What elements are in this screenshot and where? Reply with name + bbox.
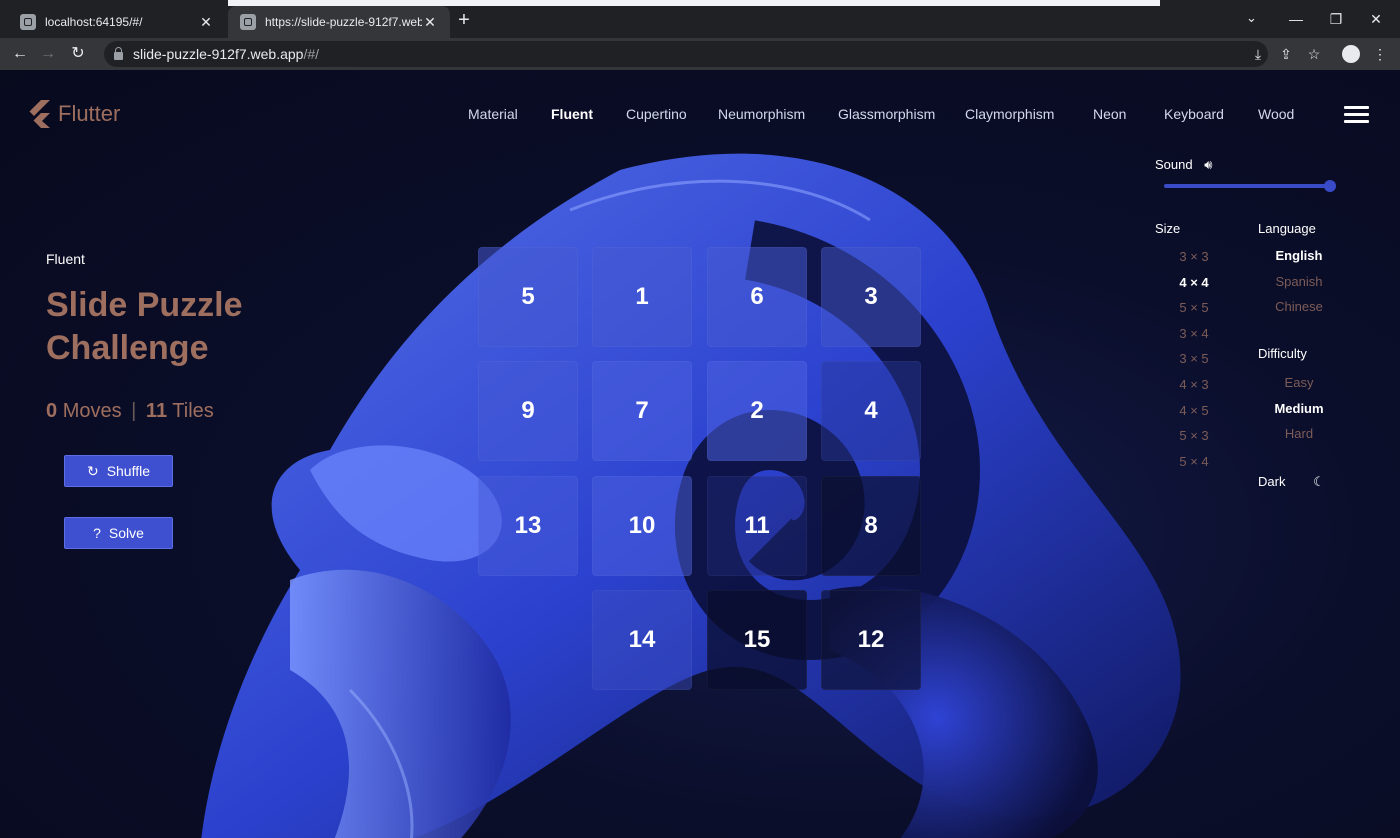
tiles-label: Tiles — [172, 400, 214, 422]
nav-claymorphism[interactable]: Claymorphism — [965, 106, 1054, 122]
nav-wood[interactable]: Wood — [1258, 106, 1294, 122]
language-option[interactable]: Spanish — [1258, 274, 1340, 289]
difficulty-option[interactable]: Easy — [1258, 375, 1340, 390]
language-option[interactable]: English — [1258, 248, 1340, 263]
lock-icon — [114, 46, 123, 60]
puzzle-tile[interactable]: 15 — [707, 590, 807, 690]
refresh-icon: ↻ — [86, 462, 99, 479]
restore-icon[interactable]: ❐ — [1324, 8, 1348, 30]
page-favicon-icon — [240, 14, 256, 30]
volume-slider[interactable] — [1164, 184, 1330, 188]
puzzle-tile[interactable]: 11 — [707, 476, 807, 576]
url-path: /#/ — [303, 46, 320, 62]
page-title: Slide Puzzle Challenge — [46, 284, 346, 370]
size-option[interactable]: 5 × 3 — [1164, 428, 1224, 443]
close-icon[interactable]: ✕ — [422, 14, 438, 31]
size-option[interactable]: 4 × 5 — [1164, 403, 1224, 418]
puzzle-tile[interactable]: 9 — [478, 361, 578, 461]
profile-avatar-icon[interactable] — [1342, 45, 1360, 63]
size-option[interactable]: 3 × 4 — [1164, 326, 1224, 341]
dark-label: Dark — [1258, 474, 1286, 489]
theme-name: Fluent — [46, 251, 85, 267]
shuffle-button[interactable]: ↻ Shuffle — [64, 455, 173, 487]
nav-keyboard[interactable]: Keyboard — [1164, 106, 1224, 122]
solve-button[interactable]: ? Solve — [64, 517, 173, 549]
page-favicon-icon — [20, 14, 36, 30]
sound-label: Sound 🔊︎ — [1155, 157, 1212, 173]
flutter-logo[interactable]: Flutter — [28, 100, 120, 128]
tab-search-chevron-icon[interactable]: ⌄ — [1246, 10, 1257, 26]
forward-arrow-icon[interactable]: → — [36, 42, 60, 66]
shuffle-label: Shuffle — [106, 463, 151, 479]
puzzle-tile[interactable]: 5 — [478, 247, 578, 347]
tiles-count: 11 — [145, 400, 168, 422]
difficulty-option[interactable]: Medium — [1258, 401, 1340, 416]
browser-toolbar: ← → ↻ slide-puzzle-912f7.web.app /#/ ⤓ ⇪… — [0, 38, 1400, 70]
size-option[interactable]: 5 × 5 — [1164, 300, 1224, 315]
minimize-icon[interactable]: — — [1284, 8, 1308, 30]
puzzle-tile[interactable]: 2 — [707, 361, 807, 461]
tab-title: https://slide-puzzle-912f7.web.ap — [265, 15, 422, 29]
puzzle-tile[interactable]: 10 — [592, 476, 692, 576]
size-option[interactable]: 3 × 3 — [1164, 249, 1224, 264]
size-option[interactable]: 5 × 4 — [1164, 454, 1224, 469]
url-host: slide-puzzle-912f7.web.app — [133, 46, 304, 62]
puzzle-tile[interactable]: 4 — [821, 361, 921, 461]
title-line-1: Slide Puzzle — [46, 286, 243, 324]
back-arrow-icon[interactable]: ← — [8, 42, 32, 66]
help-icon: ? — [93, 525, 101, 541]
puzzle-tile[interactable]: 1 — [592, 247, 692, 347]
install-app-icon[interactable]: ⤓ — [1248, 44, 1268, 64]
puzzle-tile[interactable]: 3 — [821, 247, 921, 347]
puzzle-tile[interactable]: 13 — [478, 476, 578, 576]
volume-slider-thumb[interactable] — [1324, 180, 1336, 192]
fluent-bloom-wallpaper — [201, 153, 1181, 838]
tab-title: localhost:64195/#/ — [45, 15, 143, 29]
browser-menu-icon[interactable]: ⋮ — [1370, 44, 1390, 64]
puzzle-tile[interactable]: 7 — [592, 361, 692, 461]
new-tab-icon[interactable]: + — [454, 9, 474, 31]
menu-icon[interactable] — [1344, 106, 1369, 123]
size-option[interactable]: 4 × 4 — [1164, 275, 1224, 290]
solve-label: Solve — [108, 525, 144, 541]
moves-count: 0 — [46, 400, 58, 422]
game-stats: 0 Moves | 11 Tiles — [46, 400, 214, 423]
puzzle-tile[interactable]: 8 — [821, 476, 921, 576]
title-line-2: Challenge — [46, 329, 209, 367]
window-close-icon[interactable]: ✕ — [1364, 8, 1388, 30]
size-option[interactable]: 3 × 5 — [1164, 351, 1224, 366]
nav-glassmorphism[interactable]: Glassmorphism — [838, 106, 935, 122]
close-icon[interactable]: ✕ — [198, 14, 214, 31]
nav-cupertino[interactable]: Cupertino — [626, 106, 687, 122]
address-bar[interactable]: slide-puzzle-912f7.web.app /#/ — [104, 41, 1268, 67]
language-option[interactable]: Chinese — [1258, 299, 1340, 314]
puzzle-tile[interactable]: 14 — [592, 590, 692, 690]
puzzle-tile[interactable]: 12 — [821, 590, 921, 690]
nav-neon[interactable]: Neon — [1093, 106, 1126, 122]
nav-neumorphism[interactable]: Neumorphism — [718, 106, 805, 122]
size-label: Size — [1155, 221, 1181, 236]
browser-tabstrip: localhost:64195/#/ ✕ https://slide-puzzl… — [0, 0, 1400, 38]
sound-label-text: Sound — [1155, 157, 1193, 172]
difficulty-option[interactable]: Hard — [1258, 426, 1340, 441]
dark-mode-toggle[interactable]: Dark ☾ — [1258, 474, 1325, 490]
moon-icon: ☾ — [1313, 474, 1325, 489]
language-label: Language — [1258, 221, 1316, 236]
puzzle-tile[interactable]: 6 — [707, 247, 807, 347]
difficulty-label: Difficulty — [1258, 346, 1307, 361]
slide-puzzle-app: Flutter Material Fluent Cupertino Neumor… — [0, 70, 1400, 838]
flutter-logo-icon — [29, 100, 50, 128]
stats-separator: | — [131, 400, 137, 422]
logo-text: Flutter — [58, 101, 121, 126]
browser-tab-slide-puzzle[interactable]: https://slide-puzzle-912f7.web.ap ✕ — [228, 6, 450, 38]
moves-label: Moves — [62, 400, 122, 422]
bookmark-star-icon[interactable]: ☆ — [1304, 44, 1324, 64]
volume-icon[interactable]: 🔊︎ — [1204, 157, 1212, 172]
size-option[interactable]: 4 × 3 — [1164, 377, 1224, 392]
nav-fluent[interactable]: Fluent — [551, 106, 593, 122]
share-icon[interactable]: ⇪ — [1276, 44, 1296, 64]
reload-icon[interactable]: ↻ — [66, 42, 90, 66]
browser-tab-localhost[interactable]: localhost:64195/#/ ✕ — [8, 6, 226, 38]
nav-material[interactable]: Material — [468, 106, 518, 122]
